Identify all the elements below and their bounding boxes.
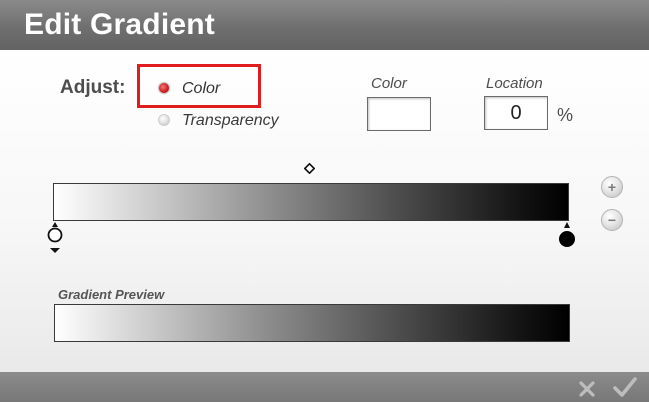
color-stop-white[interactable]	[46, 222, 64, 256]
radio-color-label[interactable]: Color	[182, 80, 220, 98]
add-stop-button[interactable]: +	[601, 176, 623, 198]
title-bar: Edit Gradient	[0, 0, 649, 50]
gradient-preview-label: Gradient Preview	[58, 287, 165, 302]
gradient-preview-bar	[54, 304, 570, 342]
location-field-label: Location	[486, 75, 543, 92]
radio-color[interactable]	[158, 82, 170, 94]
percent-unit: %	[557, 105, 574, 125]
x-icon[interactable]	[578, 380, 596, 398]
adjust-label: Adjust:	[60, 77, 126, 98]
location-input[interactable]: 0	[484, 96, 548, 130]
color-swatch[interactable]	[367, 97, 431, 131]
color-field-label: Color	[371, 75, 407, 92]
dialog-title: Edit Gradient	[24, 8, 215, 41]
gradient-editor-bar[interactable]	[53, 183, 569, 221]
remove-stop-button[interactable]: −	[601, 209, 623, 231]
checkmark-icon[interactable]	[612, 376, 638, 398]
footer-bar	[0, 372, 649, 402]
midpoint-diamond-icon[interactable]	[304, 163, 315, 174]
radio-transparency[interactable]	[158, 114, 170, 126]
color-stop-black[interactable]	[557, 222, 577, 252]
radio-transparency-label[interactable]: Transparency	[182, 112, 279, 130]
